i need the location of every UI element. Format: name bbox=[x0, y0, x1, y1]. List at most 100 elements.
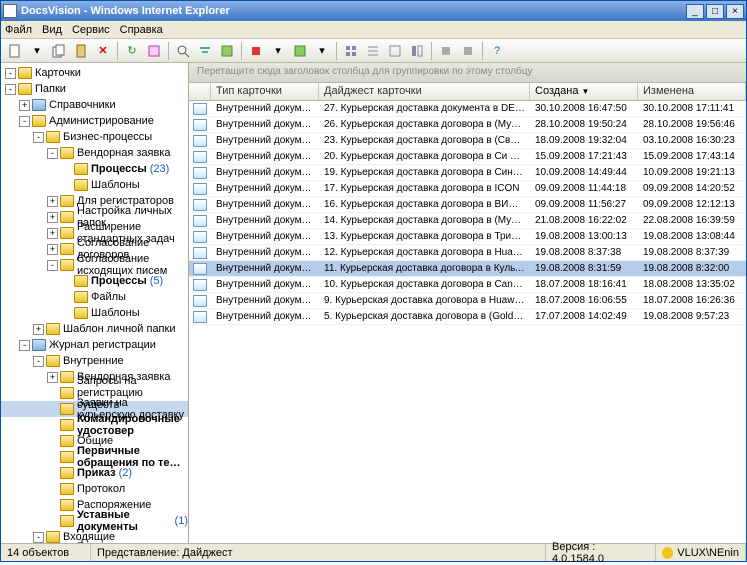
table-row[interactable]: Внутренний документ26. Курьерская достав… bbox=[189, 117, 746, 133]
tree-node[interactable]: +Шаблон личной папки bbox=[1, 321, 188, 337]
export-button[interactable] bbox=[217, 41, 237, 61]
table-row[interactable]: Внутренний документ17. Курьерская достав… bbox=[189, 181, 746, 197]
tree-node[interactable]: -Карточки bbox=[1, 65, 188, 81]
col-type[interactable]: Тип карточки bbox=[211, 83, 319, 100]
new-doc-button[interactable] bbox=[5, 41, 25, 61]
filter-button[interactable] bbox=[195, 41, 215, 61]
tree-node[interactable]: -Папки bbox=[1, 81, 188, 97]
folder-icon bbox=[60, 387, 74, 399]
stop-button[interactable] bbox=[246, 41, 266, 61]
table-row[interactable]: Внутренний документ10. Курьерская достав… bbox=[189, 277, 746, 293]
help-button[interactable]: ? bbox=[487, 41, 507, 61]
collapse-icon[interactable]: - bbox=[5, 68, 16, 79]
table-row[interactable]: Внутренний документ5. Курьерская доставк… bbox=[189, 309, 746, 325]
expand-icon[interactable]: + bbox=[47, 372, 58, 383]
col-digest[interactable]: Дайджест карточки bbox=[319, 83, 530, 100]
collapse-icon[interactable]: - bbox=[19, 116, 30, 127]
cell: 19.08.2008 8:32:00 bbox=[638, 263, 746, 274]
tree-node[interactable]: Процессы(5) bbox=[1, 273, 188, 289]
table-row[interactable]: Внутренний документ13. Курьерская достав… bbox=[189, 229, 746, 245]
expand-icon[interactable]: + bbox=[47, 244, 58, 255]
nav-back-button[interactable] bbox=[436, 41, 456, 61]
cell: 9. Курьерская доставка договора в Huawei… bbox=[319, 295, 530, 306]
view-detail-button[interactable] bbox=[363, 41, 383, 61]
tree-node[interactable]: Шаблоны bbox=[1, 177, 188, 193]
tree-label: Справочники bbox=[49, 99, 116, 111]
menu-help[interactable]: Справка bbox=[120, 24, 163, 36]
menu-view[interactable]: Вид bbox=[42, 24, 62, 36]
table-row[interactable]: Внутренний документ16. Курьерская достав… bbox=[189, 197, 746, 213]
view-card-button[interactable] bbox=[385, 41, 405, 61]
collapse-icon[interactable]: - bbox=[47, 260, 58, 271]
view-list-button[interactable] bbox=[341, 41, 361, 61]
status-view: Представление: Дайджест bbox=[91, 544, 546, 561]
collapse-icon[interactable]: - bbox=[33, 132, 44, 143]
col-changed[interactable]: Изменена bbox=[638, 83, 746, 100]
tree-node[interactable]: Командировочные удостовер bbox=[1, 417, 188, 433]
tree-node[interactable]: -Внутренние bbox=[1, 353, 188, 369]
cell: 26. Курьерская доставка договора в (Муль… bbox=[319, 119, 530, 130]
tree-node[interactable]: -Вендорная заявка bbox=[1, 145, 188, 161]
minimize-button[interactable]: _ bbox=[686, 4, 704, 19]
tree-label: Процессы bbox=[91, 275, 147, 287]
collapse-icon[interactable]: - bbox=[19, 340, 30, 351]
tree-node[interactable]: -Согласование исходящих писем bbox=[1, 257, 188, 273]
tree-panel[interactable]: -Карточки-Папки + Справочники -Администриро… bbox=[1, 63, 189, 543]
col-created[interactable]: Создана ▼ bbox=[530, 83, 638, 100]
stop-dropdown[interactable]: ▾ bbox=[268, 41, 288, 61]
table-row[interactable]: Внутренний документ12. Курьерская достав… bbox=[189, 245, 746, 261]
expand-icon[interactable]: + bbox=[47, 212, 58, 223]
expand-icon[interactable]: + bbox=[33, 324, 44, 335]
table-row[interactable]: Внутренний документ20. Курьерская достав… bbox=[189, 149, 746, 165]
folder-icon bbox=[60, 227, 74, 239]
tree-node[interactable]: -Бизнес-процессы bbox=[1, 129, 188, 145]
new-folder-button[interactable]: ▾ bbox=[27, 41, 47, 61]
table-row[interactable]: Внутренний документ14. Курьерская достав… bbox=[189, 213, 746, 229]
grid-body[interactable]: Внутренний документ27. Курьерская достав… bbox=[189, 101, 746, 543]
tree-node[interactable]: Первичные обращения по те… bbox=[1, 449, 188, 465]
settings-button[interactable] bbox=[290, 41, 310, 61]
tree-node[interactable]: Уставные документы(1) bbox=[1, 513, 188, 529]
table-row[interactable]: Внутренний документ27. Курьерская достав… bbox=[189, 101, 746, 117]
search-button[interactable] bbox=[173, 41, 193, 61]
tree-node[interactable]: Шаблоны bbox=[1, 305, 188, 321]
refresh-button[interactable]: ↻ bbox=[122, 41, 142, 61]
view-preview-button[interactable] bbox=[407, 41, 427, 61]
tree-node[interactable]: -Администрирование bbox=[1, 113, 188, 129]
maximize-button[interactable]: □ bbox=[706, 4, 724, 19]
tree-node[interactable]: + Справочники bbox=[1, 97, 188, 113]
menu-file[interactable]: Файл bbox=[5, 24, 32, 36]
close-button[interactable]: × bbox=[726, 4, 744, 19]
collapse-icon[interactable]: - bbox=[5, 84, 16, 95]
props-button[interactable] bbox=[144, 41, 164, 61]
collapse-icon[interactable]: - bbox=[33, 356, 44, 367]
cell: 17. Курьерская доставка договора в ICON bbox=[319, 183, 530, 194]
table-row[interactable]: Внутренний документ23. Курьерская достав… bbox=[189, 133, 746, 149]
tree-label: Уставные документы bbox=[77, 509, 172, 533]
tree-count: (1) bbox=[175, 515, 188, 527]
expand-icon[interactable]: + bbox=[19, 100, 30, 111]
copy-button[interactable] bbox=[49, 41, 69, 61]
expand-icon[interactable]: + bbox=[47, 228, 58, 239]
cell: Внутренний документ bbox=[211, 119, 319, 130]
delete-button[interactable]: ✕ bbox=[93, 41, 113, 61]
tree-node[interactable]: Файлы bbox=[1, 289, 188, 305]
tree-node[interactable]: Процессы(23) bbox=[1, 161, 188, 177]
nav-fwd-button[interactable] bbox=[458, 41, 478, 61]
tree-node[interactable]: -Журнал регистрации bbox=[1, 337, 188, 353]
collapse-icon[interactable]: - bbox=[33, 532, 44, 543]
table-row[interactable]: Внутренний документ19. Курьерская достав… bbox=[189, 165, 746, 181]
col-icon[interactable] bbox=[189, 83, 211, 100]
menu-service[interactable]: Сервис bbox=[72, 24, 110, 36]
tree-node[interactable]: Протокол bbox=[1, 481, 188, 497]
table-row[interactable]: Внутренний документ9. Курьерская доставк… bbox=[189, 293, 746, 309]
table-row[interactable]: Внутренний документ11. Курьерская достав… bbox=[189, 261, 746, 277]
tree-label: Шаблоны bbox=[91, 307, 140, 319]
collapse-icon[interactable]: - bbox=[47, 148, 58, 159]
tree-spacer bbox=[47, 500, 58, 511]
settings-dropdown[interactable]: ▾ bbox=[312, 41, 332, 61]
paste-button[interactable] bbox=[71, 41, 91, 61]
group-header[interactable]: Перетащите сюда заголовок столбца для гр… bbox=[189, 63, 746, 83]
cell: Внутренний документ bbox=[211, 215, 319, 226]
expand-icon[interactable]: + bbox=[47, 196, 58, 207]
